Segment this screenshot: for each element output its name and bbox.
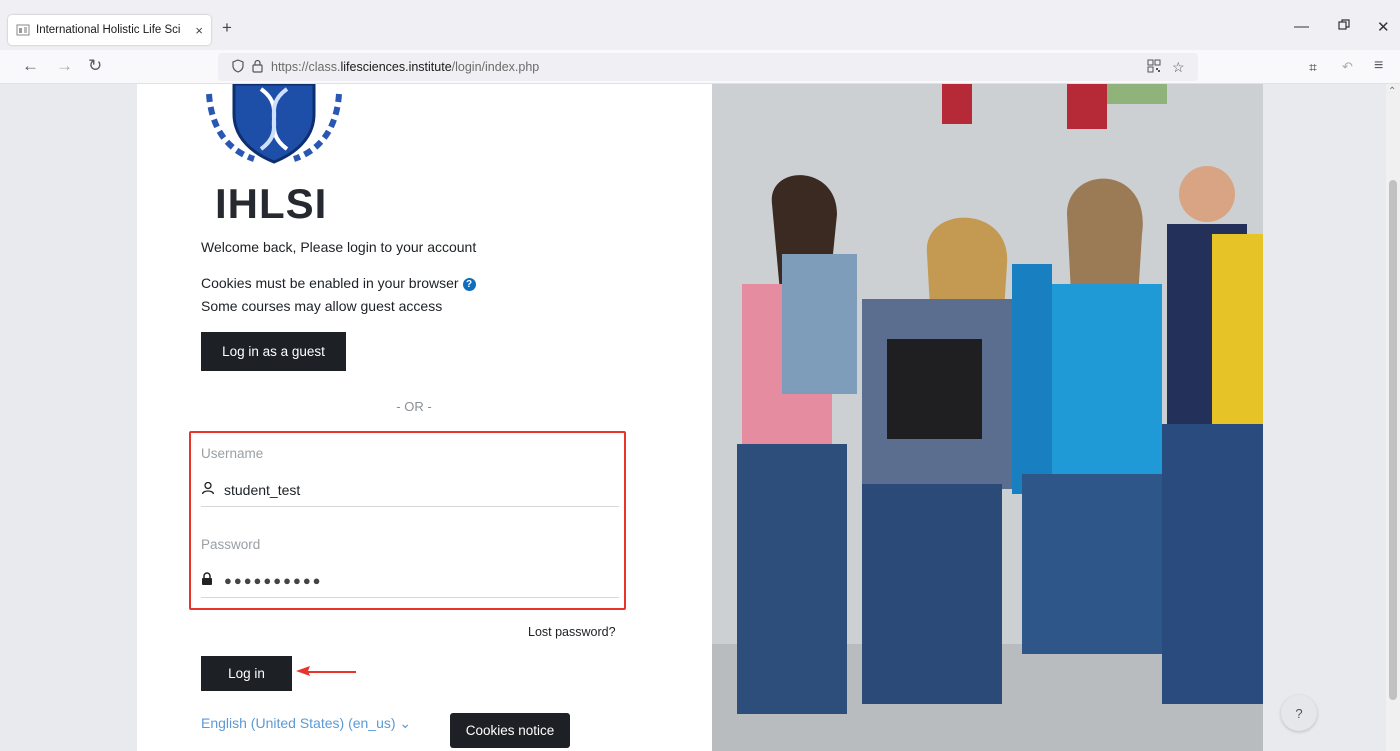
crop-screenshot-icon[interactable]: ⌗ <box>1309 57 1317 77</box>
help-button[interactable]: ? <box>1281 695 1317 731</box>
page-scrollbar[interactable]: ⌃ <box>1386 84 1400 751</box>
browser-tab[interactable]: International Holistic Life Sci × <box>8 15 211 45</box>
scrollbar-thumb[interactable] <box>1389 180 1397 700</box>
tab-close-icon[interactable]: × <box>195 23 203 38</box>
url-path: /login/index.php <box>451 60 540 74</box>
password-value: ●●●●●●●●●● <box>224 573 323 588</box>
lock-icon[interactable] <box>252 59 263 76</box>
minimize-icon[interactable]: — <box>1294 18 1309 35</box>
guest-login-button[interactable]: Log in as a guest <box>201 332 346 371</box>
question-help-icon[interactable]: ? <box>462 278 476 291</box>
back-icon[interactable]: ← <box>22 56 39 76</box>
window-close-icon[interactable]: ✕ <box>1377 18 1390 36</box>
forward-icon[interactable]: → <box>56 56 73 76</box>
scroll-up-icon[interactable]: ⌃ <box>1388 86 1396 97</box>
menu-icon[interactable]: ≡ <box>1374 56 1383 76</box>
tab-title: International Holistic Life Sci <box>36 24 181 36</box>
bookmark-star-icon[interactable]: ☆ <box>1172 59 1185 76</box>
browser-tab-strip: International Holistic Life Sci × + — ✕ <box>0 0 1400 50</box>
username-input[interactable]: student_test <box>201 473 619 507</box>
cookies-notice-button[interactable]: Cookies notice <box>450 713 570 748</box>
cookies-info: Cookies must be enabled in your browser? <box>201 275 476 291</box>
username-value: student_test <box>224 481 301 498</box>
shield-icon[interactable] <box>232 58 244 76</box>
students-hero-image <box>712 84 1263 751</box>
guest-access-text: Some courses may allow guest access <box>201 298 443 314</box>
password-input[interactable]: ●●●●●●●●●● <box>201 564 619 598</box>
username-label: Username <box>201 446 264 461</box>
login-button[interactable]: Log in <box>201 656 292 691</box>
user-icon <box>201 481 215 498</box>
undo-icon[interactable]: ↶ <box>1342 57 1353 77</box>
address-bar[interactable]: https://class. lifesciences.institute/log… <box>218 53 1198 81</box>
url-host: lifesciences.institute <box>340 60 452 74</box>
qr-code-icon[interactable] <box>1147 59 1161 76</box>
restore-icon[interactable] <box>1338 18 1350 35</box>
new-tab-button[interactable]: + <box>222 18 232 38</box>
lock-icon <box>201 572 215 589</box>
login-card: IHLSI Welcome back, Please login to your… <box>137 84 712 751</box>
cookies-text: Cookies must be enabled in your browser <box>201 275 459 291</box>
page-content: IHLSI Welcome back, Please login to your… <box>0 84 1400 751</box>
red-arrow-icon <box>294 663 358 684</box>
language-selector[interactable]: English (United States) (en_us) ⌄ <box>201 715 411 732</box>
site-favicon-icon <box>16 23 30 37</box>
brand-name: IHLSI <box>215 180 328 227</box>
lost-password-link[interactable]: Lost password? <box>528 625 616 639</box>
password-label: Password <box>201 537 261 552</box>
reload-icon[interactable]: ↻ <box>88 56 102 76</box>
welcome-text: Welcome back, Please login to your accou… <box>201 239 477 255</box>
browser-nav-bar: ← → ↻ https://class. lifesciences.institu… <box>0 50 1400 84</box>
url-prefix: https://class. <box>271 60 341 74</box>
or-divider: - OR - <box>396 399 432 414</box>
